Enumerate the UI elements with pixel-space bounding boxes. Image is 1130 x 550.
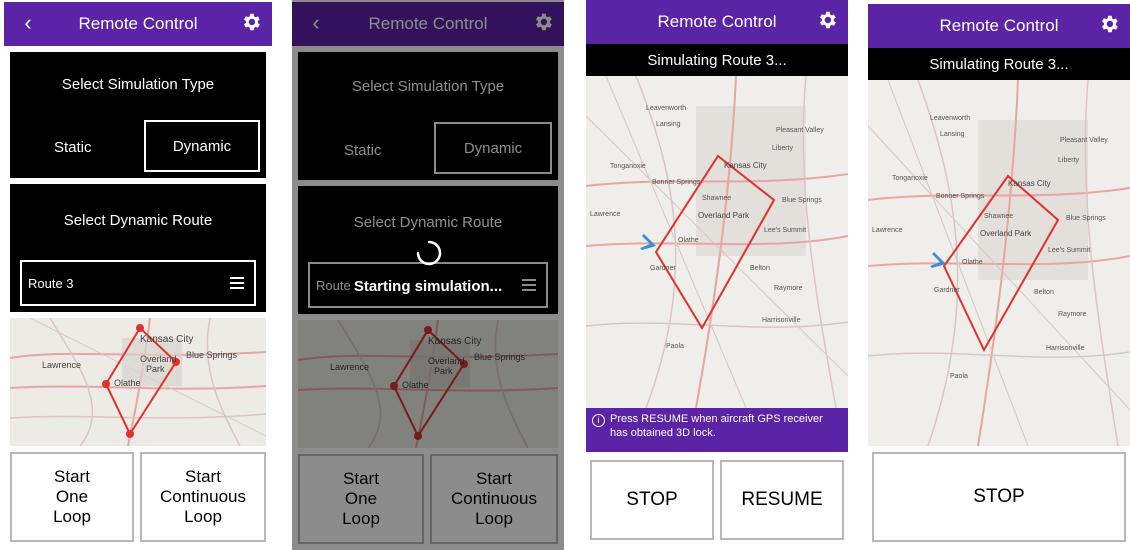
map-label: Kansas City xyxy=(724,161,767,170)
map-label: Blue Springs xyxy=(782,197,822,204)
loading-message: Starting simulation... xyxy=(353,278,503,295)
info-icon: i xyxy=(592,414,605,427)
gear-icon[interactable] xyxy=(1098,13,1120,35)
map-label: Paola xyxy=(950,373,968,380)
map-label: Harrisonville xyxy=(762,317,801,324)
map-label: Shawnee xyxy=(702,195,731,202)
map-label: Raymore xyxy=(774,285,803,292)
screen-starting-simulation: ‹ Remote Control Select Simulation Type … xyxy=(292,0,564,550)
map-graphic: Leavenworth Kansas City Liberty Shawnee … xyxy=(868,80,1130,446)
map-label: Leavenworth xyxy=(646,105,686,112)
map-label: Harrisonville xyxy=(1046,345,1085,352)
app-header: Remote Control xyxy=(868,4,1130,48)
header-title: Remote Control xyxy=(78,14,198,33)
map-label: Lansing xyxy=(940,131,965,138)
header-title: Remote Control xyxy=(939,16,1059,35)
map-label: Shawnee xyxy=(984,213,1013,220)
map-label: Park xyxy=(146,364,165,374)
stop-label: STOP xyxy=(626,489,678,510)
screen-simulating-resume: Remote Control Simulating Route 3... Lea… xyxy=(586,0,848,550)
screen-simulating: Remote Control Simulating Route 3... Lea… xyxy=(868,0,1130,550)
simulation-type-label: Select Simulation Type xyxy=(61,76,215,93)
map-label: Lawrence xyxy=(590,211,620,218)
gps-notice-text: Press RESUME when aircraft GPS receiver … xyxy=(610,413,823,439)
stop-button[interactable]: STOP xyxy=(872,452,1126,542)
stop-label: STOP xyxy=(973,486,1025,507)
map-label: Overland Park xyxy=(980,229,1032,238)
map-label: Pleasant Valley xyxy=(776,127,824,134)
map-label: Lee's Summit xyxy=(764,227,806,234)
gear-icon[interactable] xyxy=(816,9,838,31)
app-header: ‹ Remote Control xyxy=(4,2,272,46)
map-label: Bonner Springs xyxy=(652,179,701,186)
map-label: Gardner xyxy=(934,287,960,294)
map-label: Blue Springs xyxy=(1066,215,1106,222)
header-title: Remote Control xyxy=(657,12,777,31)
chevron-left-icon[interactable]: ‹ xyxy=(16,10,40,36)
dynamic-option[interactable]: Dynamic xyxy=(144,120,260,172)
map-label: Lansing xyxy=(656,121,681,128)
start-continuous-loop-button[interactable]: Start Continuous Loop xyxy=(140,452,266,542)
simulation-status: Simulating Route 3... xyxy=(586,44,848,76)
map-graphic: Leavenworth Kansas City Liberty Shawnee … xyxy=(586,76,848,408)
hamburger-icon xyxy=(230,277,244,289)
map-label: Leavenworth xyxy=(930,115,970,122)
map-label: Gardner xyxy=(650,265,676,272)
live-map: Leavenworth Kansas City Liberty Shawnee … xyxy=(586,76,848,408)
map-label: Paola xyxy=(666,343,684,350)
map-label: Olathe xyxy=(114,378,141,388)
dynamic-route-card: Select Dynamic Route Route 3 xyxy=(10,184,266,312)
live-map: Leavenworth Kansas City Liberty Shawnee … xyxy=(868,80,1130,446)
start-one-loop-label: Start One Loop xyxy=(53,467,91,526)
gear-icon[interactable] xyxy=(240,11,262,33)
dynamic-route-label: Select Dynamic Route xyxy=(63,212,213,229)
map-label: Lawrence xyxy=(42,360,81,370)
map-label: Lee's Summit xyxy=(1048,247,1090,254)
spinner-icon xyxy=(416,240,442,266)
stop-button[interactable]: STOP xyxy=(590,460,714,540)
route-select[interactable]: Route 3 xyxy=(20,260,256,306)
map-label: Liberty xyxy=(1058,157,1080,164)
map-label: Kansas City xyxy=(1008,179,1051,188)
map-label: Lawrence xyxy=(872,227,902,234)
gps-notice-banner: i Press RESUME when aircraft GPS receive… xyxy=(586,408,848,452)
map-label: Liberty xyxy=(772,145,794,152)
map-label: Tonganoxie xyxy=(892,175,928,182)
map-label: Overland Park xyxy=(698,211,750,220)
map-label: Olathe xyxy=(962,259,983,266)
simulation-type-card: Select Simulation Type Static Dynamic xyxy=(10,52,266,178)
map-label: Overland xyxy=(140,354,177,364)
map-label: Tonganoxie xyxy=(610,163,646,170)
static-option[interactable]: Static xyxy=(54,139,92,156)
resume-button[interactable]: RESUME xyxy=(720,460,844,540)
loading-overlay xyxy=(292,0,564,550)
app-header: Remote Control xyxy=(586,0,848,44)
map-label: Belton xyxy=(1034,289,1054,296)
map-label: Kansas City xyxy=(140,334,193,345)
route-select-value: Route 3 xyxy=(28,275,74,291)
start-continuous-loop-label: Start Continuous Loop xyxy=(159,467,246,526)
route-map: Kansas City Overland Park Blue Springs L… xyxy=(10,318,266,446)
map-label: Pleasant Valley xyxy=(1060,137,1108,144)
map-label: Olathe xyxy=(678,237,699,244)
map-label: Blue Springs xyxy=(186,350,238,360)
map-label: Raymore xyxy=(1058,311,1087,318)
simulation-status: Simulating Route 3... xyxy=(868,48,1130,80)
map-graphic: Kansas City Overland Park Blue Springs L… xyxy=(10,318,266,446)
map-label: Bonner Springs xyxy=(936,193,985,200)
screen-route-selection: ‹ Remote Control Select Simulation Type … xyxy=(4,0,272,550)
resume-label: RESUME xyxy=(741,489,823,510)
start-one-loop-button[interactable]: Start One Loop xyxy=(10,452,134,542)
map-label: Belton xyxy=(750,265,770,272)
